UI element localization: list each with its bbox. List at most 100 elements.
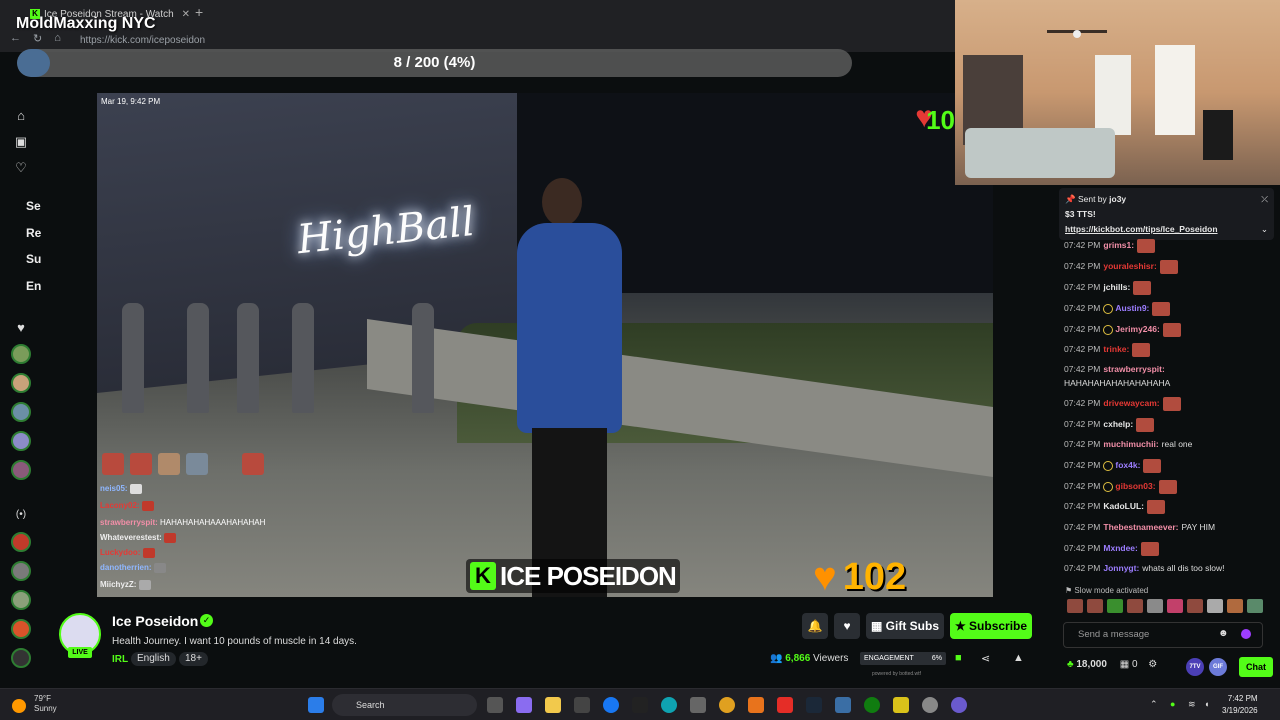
chrome-icon[interactable] — [719, 697, 735, 713]
sidebar-label-3[interactable]: Su — [26, 252, 41, 266]
quick-emote[interactable] — [1167, 599, 1183, 613]
unpin-icon[interactable]: ⤫ — [1261, 192, 1268, 207]
chat-username[interactable]: trinke: — [1103, 344, 1129, 354]
chat-username[interactable]: drivewaycam: — [1103, 398, 1159, 408]
overlay-chat-line: MiichyzZ: — [100, 580, 300, 590]
copilot-icon[interactable] — [516, 697, 532, 713]
recommended-channel-avatar[interactable] — [11, 532, 31, 552]
followed-channel-avatar[interactable] — [11, 402, 31, 422]
back-icon[interactable]: ← — [10, 32, 21, 45]
vlc-icon[interactable] — [748, 697, 764, 713]
recommended-channel-avatar[interactable] — [11, 619, 31, 639]
taskbar-clock[interactable]: 7:42 PM 3/19/2026 — [1222, 693, 1258, 717]
emoji-picker-icon[interactable]: ☻ — [1218, 628, 1229, 639]
chat-username[interactable]: gibson03: — [1115, 481, 1155, 491]
video-player[interactable]: HighBall Mar 19, 9:42 PM ♥ 10 neis05: La… — [97, 93, 993, 597]
home-icon[interactable]: ⌂ — [10, 105, 32, 127]
chat-username[interactable]: strawberryspit: — [1103, 364, 1164, 374]
app-icon[interactable] — [951, 697, 967, 713]
quick-emote[interactable] — [1087, 599, 1103, 613]
7tv-button[interactable]: 7TV — [1186, 658, 1204, 676]
quick-emote[interactable] — [1207, 599, 1223, 613]
chat-timestamp: 07:42 PM — [1064, 364, 1101, 374]
quick-emote[interactable] — [1227, 599, 1243, 613]
chat-username[interactable]: muchimuchii: — [1103, 439, 1158, 449]
xbox-icon[interactable] — [864, 697, 880, 713]
followed-channel-avatar[interactable] — [11, 344, 31, 364]
tab-close-icon[interactable]: ✕ — [182, 9, 190, 20]
quick-emote[interactable] — [1067, 599, 1083, 613]
chevron-down-icon[interactable]: ⌄ — [1261, 222, 1268, 237]
followed-channel-avatar[interactable] — [11, 373, 31, 393]
subscribe-button[interactable]: ★ Subscribe — [950, 613, 1032, 639]
share-icon[interactable]: ⋖ — [981, 652, 990, 665]
facebook-icon[interactable] — [603, 697, 619, 713]
store-icon[interactable] — [574, 697, 590, 713]
quick-emote[interactable] — [1107, 599, 1123, 613]
tray-chevron-icon[interactable]: ⌃ — [1150, 699, 1158, 710]
tag-english[interactable]: English — [131, 652, 176, 666]
notes-icon[interactable] — [893, 697, 909, 713]
follow-heart-button[interactable]: ♥ — [834, 613, 860, 639]
file-explorer-icon[interactable] — [545, 697, 561, 713]
notification-bell-button[interactable]: 🔔 — [802, 613, 828, 639]
gif-button[interactable]: GIF — [1209, 658, 1227, 676]
windows-start-icon[interactable] — [308, 697, 324, 713]
app-icon[interactable] — [835, 697, 851, 713]
quick-emote[interactable] — [1187, 599, 1203, 613]
chat-username[interactable]: Jerimy246: — [1115, 324, 1159, 334]
youtube-icon[interactable] — [777, 697, 793, 713]
taskbar-search[interactable]: Search — [332, 694, 477, 716]
sidebar-label-1[interactable]: Se — [26, 199, 41, 213]
new-tab-button[interactable]: + — [195, 4, 203, 20]
chat-username[interactable]: grims1: — [1103, 240, 1134, 250]
browse-icon[interactable]: ▣ — [10, 131, 32, 153]
sidebar-label-2[interactable]: Re — [26, 226, 41, 240]
calculator-icon[interactable] — [690, 697, 706, 713]
report-icon[interactable]: ▲ — [1013, 652, 1024, 664]
settings-gear-icon[interactable]: ⚙ — [1148, 659, 1157, 670]
volume-icon[interactable]: ◖ — [1204, 699, 1209, 709]
recommended-channel-avatar[interactable] — [11, 561, 31, 581]
chat-emote — [1158, 479, 1177, 494]
chat-username[interactable]: youraleshisr: — [1103, 261, 1156, 271]
edge-icon[interactable] — [661, 697, 677, 713]
following-heart-icon[interactable]: ♡ — [10, 157, 32, 179]
chat-username[interactable]: cxhelp: — [1103, 419, 1133, 429]
sidebar-label-4[interactable]: En — [26, 279, 41, 293]
recommended-channel-avatar[interactable] — [11, 648, 31, 668]
channel-name[interactable]: Ice Poseidon — [112, 613, 198, 629]
mic-icon[interactable]: ● — [1170, 699, 1175, 709]
message-input[interactable]: Send a message — [1063, 622, 1263, 648]
chat-username[interactable]: Thebestnameever: — [1103, 522, 1178, 532]
address-bar[interactable]: https://kick.com/iceposeidon — [80, 32, 520, 48]
pinned-link[interactable]: https://kickbot.com/tips/Ice_Poseidon — [1065, 224, 1218, 234]
tag-18plus[interactable]: 18+ — [179, 652, 208, 666]
chat-username[interactable]: Austin9: — [1115, 303, 1149, 313]
quick-emote[interactable] — [1147, 599, 1163, 613]
obs-icon[interactable] — [922, 697, 938, 713]
amazon-icon[interactable] — [632, 697, 648, 713]
reload-icon[interactable]: ↻ — [33, 32, 42, 45]
home-icon[interactable]: ⌂ — [54, 32, 61, 45]
chat-username[interactable]: fox4k: — [1115, 460, 1140, 470]
overlay-chat-line: neis05: — [100, 484, 300, 494]
kick-emote-icon[interactable] — [1241, 629, 1251, 639]
chat-username[interactable]: jchills: — [1103, 282, 1130, 292]
category-link[interactable]: IRL — [112, 654, 128, 665]
followed-channel-avatar[interactable] — [11, 460, 31, 480]
followed-channel-avatar[interactable] — [11, 431, 31, 451]
quick-emote[interactable] — [1247, 599, 1263, 613]
task-view-icon[interactable] — [487, 697, 503, 713]
quick-emote[interactable] — [1127, 599, 1143, 613]
steam-icon[interactable] — [806, 697, 822, 713]
chat-username[interactable]: KadoLUL: — [1103, 501, 1144, 511]
wifi-icon[interactable]: ≋ — [1188, 699, 1196, 710]
chat-username[interactable]: Mxndee: — [1103, 543, 1137, 553]
weather-widget[interactable]: 79°F Sunny — [34, 694, 57, 714]
gift-subs-button[interactable]: ▦ Gift Subs — [866, 613, 944, 639]
chat-username[interactable]: Jonnygt: — [1103, 563, 1139, 573]
clip-icon[interactable]: ■ — [955, 652, 962, 664]
recommended-channel-avatar[interactable] — [11, 590, 31, 610]
chat-send-button[interactable]: Chat — [1239, 657, 1273, 677]
